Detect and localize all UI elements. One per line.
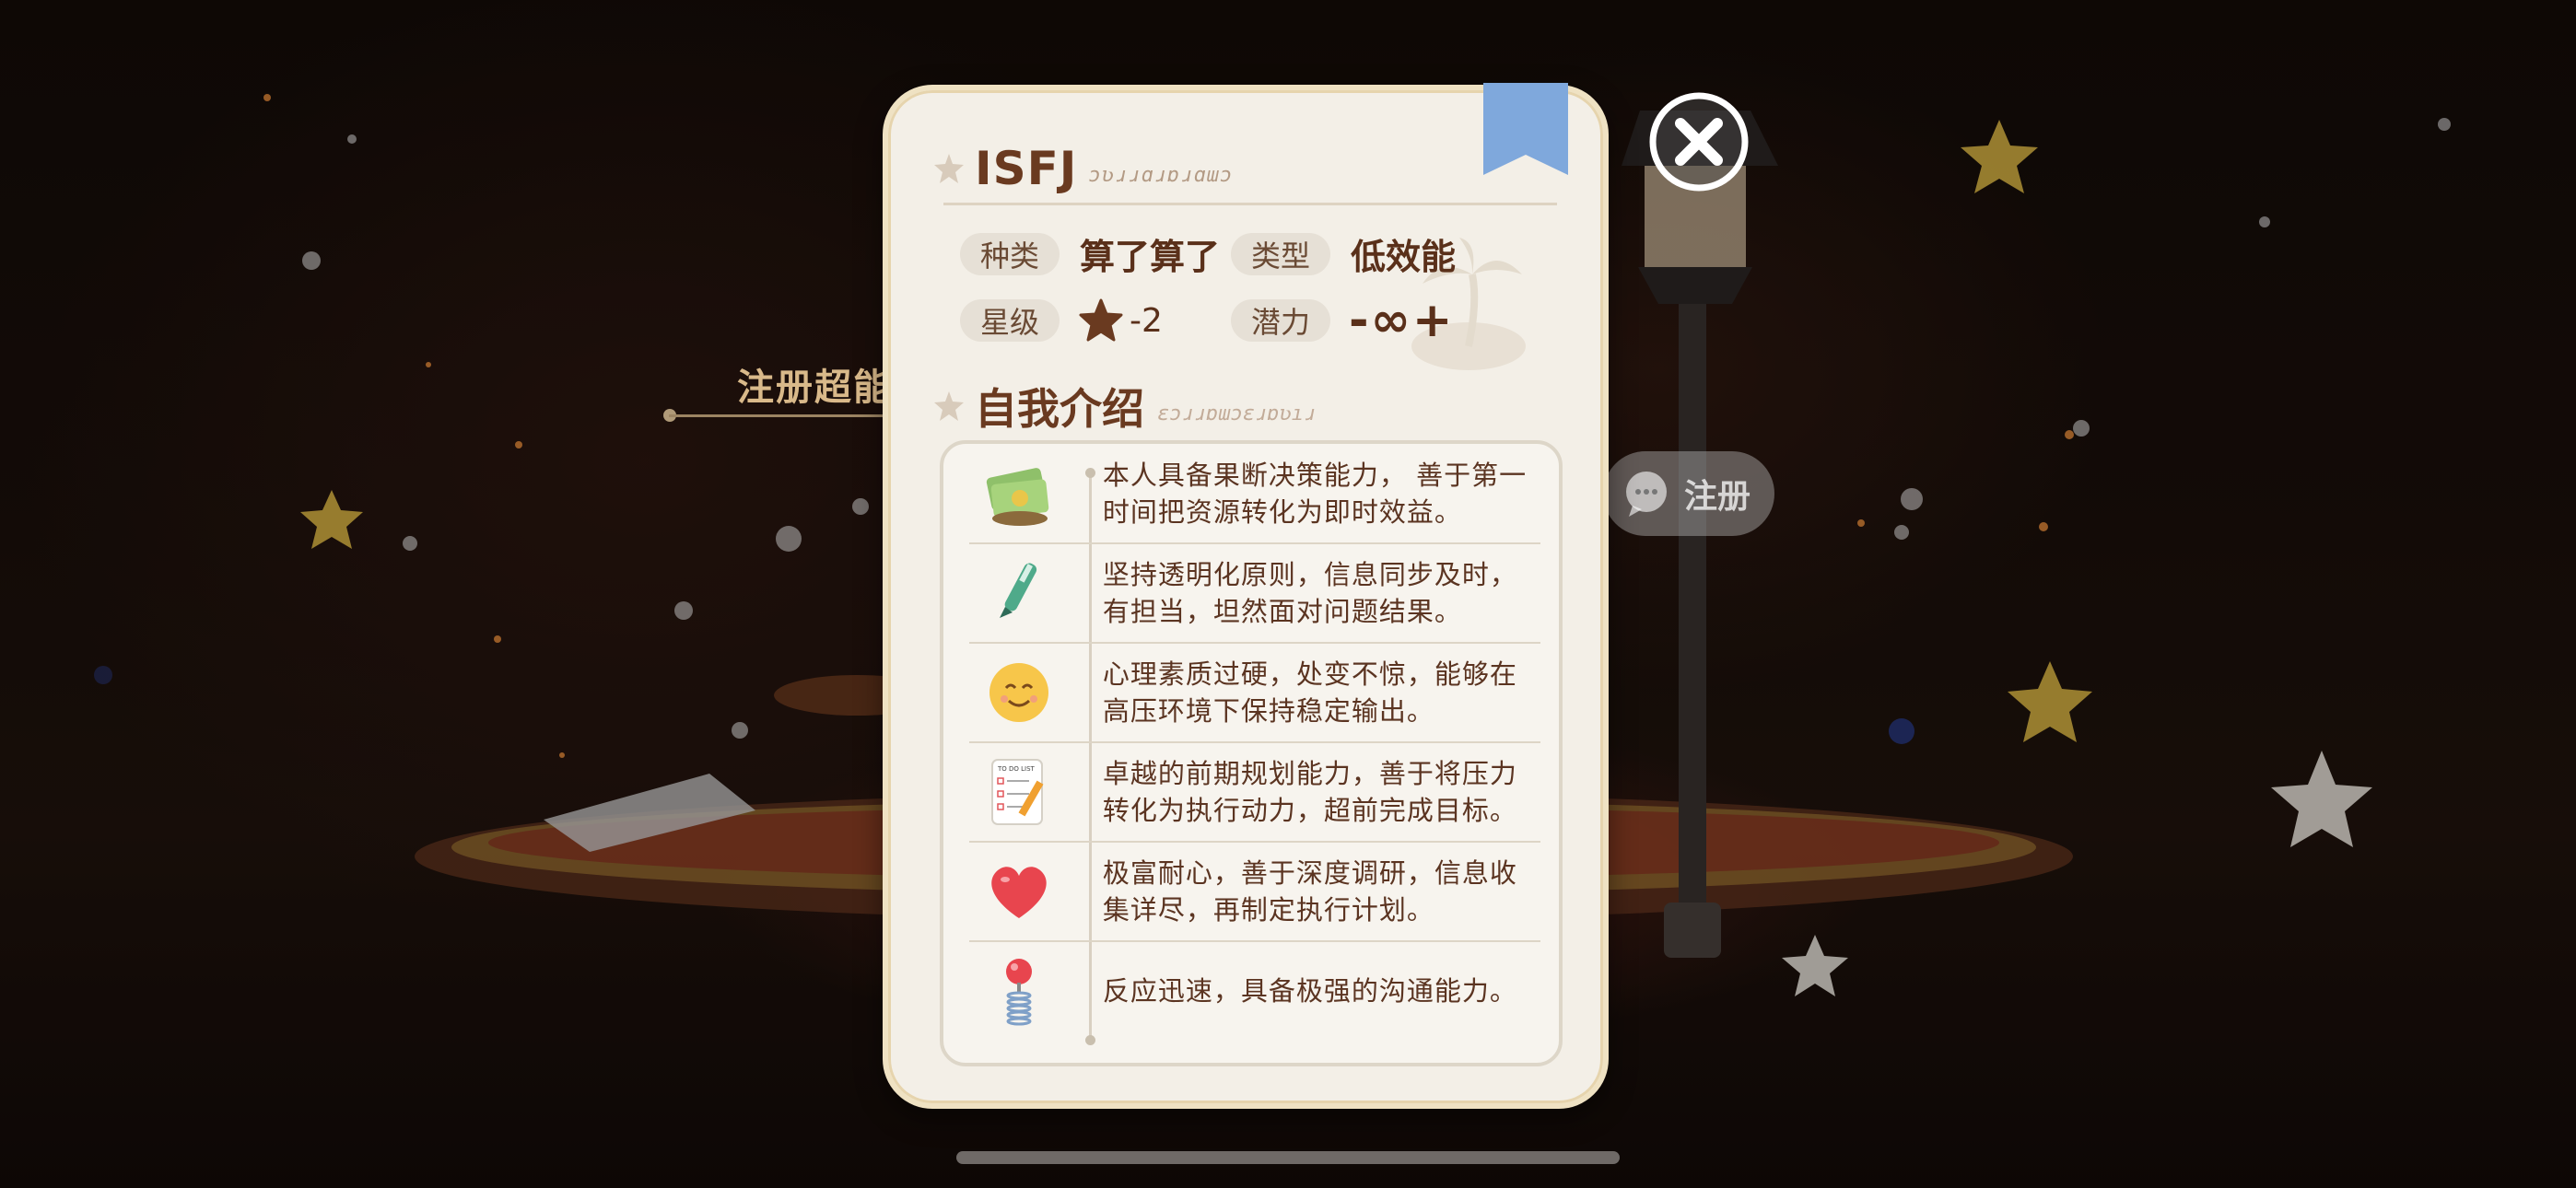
star-icon bbox=[1079, 298, 1123, 342]
star-value: -2 bbox=[1130, 301, 1163, 340]
pen-icon bbox=[1000, 563, 1037, 618]
spring-toy-icon bbox=[1006, 958, 1033, 1025]
list-item: 坚持透明化原则，信息同步及时，有担当，坦然面对问题结果。 bbox=[969, 543, 1540, 642]
svg-text:TO DO LIST: TO DO LIST bbox=[997, 765, 1036, 773]
close-button[interactable] bbox=[1647, 90, 1751, 193]
potential-value: -∞+ bbox=[1349, 293, 1455, 348]
self-intro-title: 自我介绍 bbox=[975, 384, 1144, 434]
intro-text-4: 卓越的前期规划能力，善于将压力转化为执行动力，超前完成目标。 bbox=[1102, 757, 1517, 826]
intro-text-5: 极富耐心，善于深度调研，信息收集详尽，再制定执行计划。 bbox=[1102, 856, 1517, 926]
type-value: 低效能 bbox=[1351, 237, 1457, 277]
bookmark-icon[interactable] bbox=[1480, 83, 1572, 184]
card-title-row: ISFJ ɔʋɹɹɑɹɒɹɑɯɔ bbox=[932, 142, 1233, 195]
background-register-label: 注册超能 bbox=[737, 367, 892, 409]
title-star-icon bbox=[934, 154, 964, 183]
intro-text-1: 本人具备果断决策能力， 善于第一时间把资源转化为即时效益。 bbox=[1102, 459, 1528, 528]
card-title: ISFJ bbox=[975, 142, 1078, 195]
todo-list-icon: TO DO LIST bbox=[991, 758, 1044, 825]
smile-face-icon bbox=[989, 662, 1049, 722]
list-item: 心理素质过硬，处变不惊，能够在高压环境下保持稳定输出。 bbox=[969, 643, 1540, 741]
potential-label: 潜力 bbox=[1231, 299, 1331, 342]
intro-text-6: 反应迅速，具备极强的沟通能力。 bbox=[1102, 974, 1517, 1007]
list-item: 本人具备果断决策能力， 善于第一时间把资源转化为即时效益。 bbox=[969, 444, 1540, 542]
section-star-icon bbox=[934, 391, 964, 421]
attr-row-1: 种类 算了算了 类型 低效能 bbox=[960, 228, 1456, 279]
list-item: 极富耐心，善于深度调研，信息收集详尽，再制定执行计划。 bbox=[969, 842, 1540, 940]
type-label: 类型 bbox=[1231, 232, 1331, 275]
intro-text-2: 坚持透明化原则，信息同步及时，有担当，坦然面对问题结果。 bbox=[1102, 558, 1517, 627]
attr-row-2: 星级 -2 潜力 -∞+ bbox=[960, 293, 1455, 348]
self-intro-heading: 自我介绍 ɛɔɹɹɒɯɔɛɹɒʋıɹ bbox=[932, 376, 1316, 437]
self-intro-decoration: ɛɔɹɹɒɯɔɛɹɒʋıɹ bbox=[1157, 402, 1317, 425]
star-label: 星级 bbox=[960, 299, 1060, 342]
personality-card: ISFJ ɔʋɹɹɑɹɒɹɑɯɔ 种类 算了算了 类型 低效能 星级 -2 潜力… bbox=[883, 83, 1609, 1109]
heart-icon bbox=[991, 866, 1048, 918]
money-stack-icon bbox=[987, 467, 1049, 526]
star-rating: -2 bbox=[1078, 297, 1231, 344]
list-item: TO DO LIST 卓越的前期规划能力，善于将压力转化为执行动力，超前完成目标… bbox=[969, 742, 1540, 841]
list-item: 反应迅速，具备极强的沟通能力。 bbox=[969, 941, 1540, 1040]
background-underline bbox=[669, 414, 908, 417]
home-indicator[interactable] bbox=[956, 1151, 1620, 1164]
card-title-decoration: ɔʋɹɹɑɹɒɹɑɯɔ bbox=[1088, 163, 1234, 187]
chat-bubble-icon bbox=[1626, 472, 1667, 517]
kind-value: 算了算了 bbox=[1080, 237, 1221, 277]
background-register-button[interactable]: 注册 bbox=[1603, 451, 1774, 536]
kind-label: 种类 bbox=[960, 232, 1060, 275]
intro-text-3: 心理素质过硬，处变不惊，能够在高压环境下保持稳定输出。 bbox=[1102, 658, 1517, 727]
title-divider bbox=[943, 203, 1557, 205]
background-register-button-label: 注册 bbox=[1684, 478, 1751, 516]
intro-list[interactable]: 本人具备果断决策能力， 善于第一时间把资源转化为即时效益。 坚持透明化原则，信息… bbox=[940, 440, 1563, 1066]
